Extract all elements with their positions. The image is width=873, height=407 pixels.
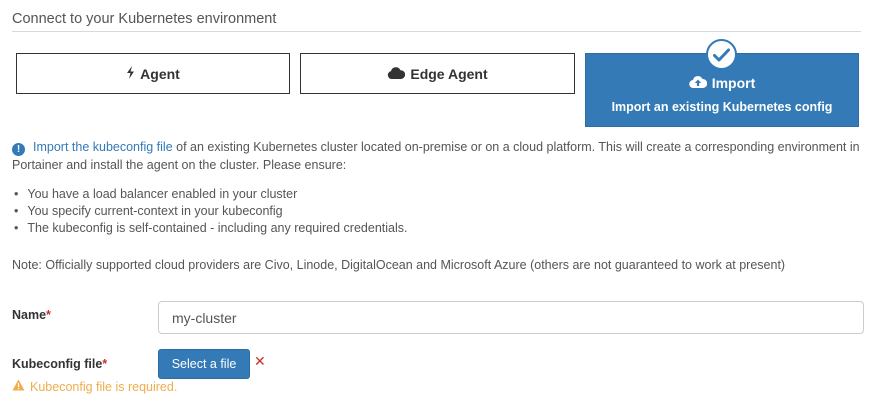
- list-item: You specify current-context in your kube…: [14, 203, 407, 220]
- requirements-list: You have a load balancer enabled in your…: [14, 186, 407, 237]
- list-item: You have a load balancer enabled in your…: [14, 186, 407, 203]
- section-divider: [12, 31, 861, 32]
- kubeconfig-label: Kubeconfig file*: [12, 357, 107, 371]
- kubeconfig-label-text: Kubeconfig file: [12, 357, 103, 371]
- cloud-upload-icon: [688, 75, 707, 91]
- section-title: Connect to your Kubernetes environment: [12, 11, 277, 27]
- info-icon: !: [12, 143, 25, 156]
- name-input[interactable]: [158, 301, 864, 334]
- edge-agent-option-label: Edge Agent: [410, 65, 488, 82]
- supported-providers-note: Note: Officially supported cloud provide…: [12, 258, 786, 272]
- info-paragraph: ! Import the kubeconfig file of an existi…: [12, 138, 862, 174]
- bolt-icon: [126, 65, 135, 82]
- required-marker: *: [46, 308, 51, 322]
- agent-option-label: Agent: [140, 65, 180, 82]
- import-option-label: Import: [711, 74, 756, 91]
- kubeconfig-warning: Kubeconfig file is required.: [12, 379, 177, 394]
- warning-icon: [12, 379, 25, 394]
- remove-file-icon[interactable]: ✕: [254, 353, 266, 370]
- warning-text: Kubeconfig file is required.: [30, 379, 178, 394]
- cloud-icon: [387, 66, 406, 82]
- edge-agent-option-button[interactable]: Edge Agent: [300, 53, 575, 94]
- import-option-subtitle: Import an existing Kubernetes config: [611, 99, 833, 114]
- kubeconfig-link[interactable]: Import the kubeconfig file: [33, 140, 173, 154]
- name-label-text: Name: [12, 308, 47, 322]
- selected-check-icon: [706, 39, 737, 70]
- agent-option-button[interactable]: Agent: [16, 53, 290, 94]
- name-label: Name*: [12, 308, 51, 322]
- select-file-button[interactable]: Select a file: [158, 349, 250, 379]
- required-marker: *: [102, 357, 108, 371]
- list-item: The kubeconfig is self-contained - inclu…: [14, 220, 407, 237]
